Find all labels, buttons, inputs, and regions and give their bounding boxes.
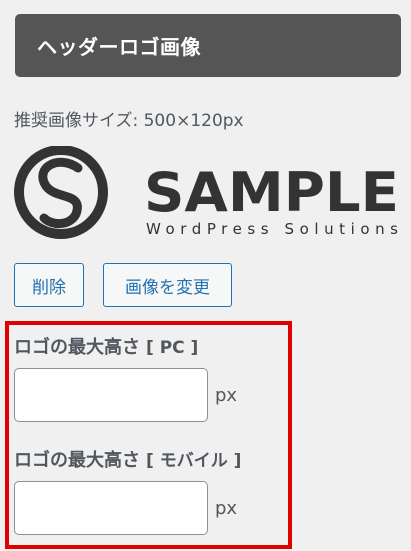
change-image-button[interactable]: 画像を変更 — [103, 263, 232, 307]
max-height-pc-unit: px — [215, 385, 238, 406]
logo-mark-icon — [14, 146, 108, 239]
section-header[interactable]: ヘッダーロゴ画像 — [15, 14, 401, 77]
recommended-size-text: 推奨画像サイズ: 500×120px — [14, 111, 244, 131]
max-height-pc-input[interactable] — [14, 368, 208, 422]
max-height-mobile-label: ロゴの最大高さ [ モバイル ] — [14, 446, 241, 472]
max-height-mobile-label-suffix: [ モバイル ] — [146, 451, 242, 471]
section-title: ヘッダーロゴ画像 — [37, 35, 201, 59]
max-height-mobile-input[interactable] — [14, 481, 208, 535]
max-height-mobile-label-text: ロゴの最大高さ — [14, 450, 140, 471]
max-height-mobile-unit: px — [215, 498, 238, 519]
max-height-pc-label: ロゴの最大高さ [ PC ] — [14, 333, 198, 359]
logo-main-text: SAMPLE — [144, 161, 399, 224]
remove-image-button[interactable]: 削除 — [14, 263, 84, 307]
max-height-pc-label-text: ロゴの最大高さ — [14, 337, 140, 358]
max-height-pc-label-suffix: [ PC ] — [146, 338, 199, 358]
logo-preview-image: SAMPLE WordPress Solutions — [14, 146, 404, 242]
header-logo-settings-panel: ヘッダーロゴ画像 推奨画像サイズ: 500×120px SAMPLE WordP… — [0, 0, 411, 551]
